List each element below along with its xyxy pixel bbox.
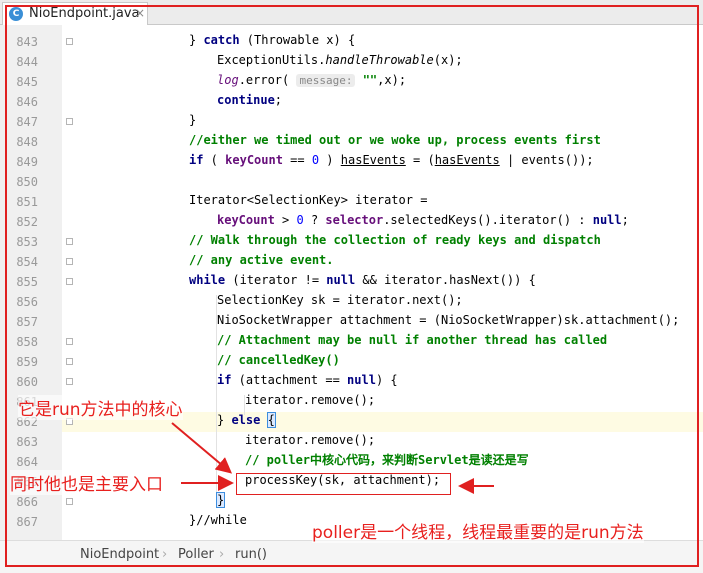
breadcrumb-item-inner-class[interactable]: Poller [178,547,214,562]
highlight-box [236,473,451,495]
fold-toggle-icon[interactable] [66,238,73,245]
fold-toggle-icon[interactable] [66,258,73,265]
code-line-867: }//while [189,513,247,527]
line-number: 857 [16,315,38,329]
editor-tab-bar: C NioEndpoint.java × [0,0,703,25]
fold-toggle-icon[interactable] [66,378,73,385]
line-number: 853 [16,235,38,249]
breadcrumb-item-method[interactable]: run() [235,547,267,562]
code-line-863: iterator.remove(); [245,433,376,447]
parameter-hint: message: [296,74,356,87]
breadcrumb-separator-icon: › [219,547,225,562]
code-line-857: NioSocketWrapper attachment = (NioSocket… [217,313,680,327]
fold-toggle-icon[interactable] [66,338,73,345]
code-line-846: continue; [217,93,283,107]
code-line-856: SelectionKey sk = iterator.next(); [217,293,463,307]
line-number: 866 [16,495,38,509]
code-line-847: } [189,113,197,127]
line-number: 848 [16,135,38,149]
code-line-844: ExceptionUtils.handleThrowable(x); [217,53,463,67]
code-line-843: } catch (Throwable x) { [189,33,356,47]
annotation-entry: 同时他也是主要入口 [10,470,163,495]
breadcrumb-item-class[interactable]: NioEndpoint [80,547,159,562]
code-line-848: //either we timed out or we woke up, pro… [189,133,601,147]
line-number: 845 [16,75,38,89]
java-class-icon: C [9,7,23,21]
line-number: 852 [16,215,38,229]
line-number: 859 [16,355,38,369]
line-number: 863 [16,435,38,449]
code-line-860: if (attachment == null) { [217,373,398,387]
code-line-849: if ( keyCount == 0 ) hasEvents = (hasEve… [189,153,594,167]
code-line-862: } else { [217,412,276,428]
tab-nioendpoint-java[interactable]: C NioEndpoint.java × [2,2,148,25]
line-number: 847 [16,115,38,129]
breadcrumb: NioEndpoint › Poller › run() [0,540,703,573]
line-number: 850 [16,175,38,189]
line-number: 846 [16,95,38,109]
line-number: 858 [16,335,38,349]
code-line-845: log.error( message: "",x); [217,73,407,87]
fold-toggle-icon[interactable] [66,358,73,365]
code-line-855: while (iterator != null && iterator.hasN… [189,273,536,287]
close-tab-icon[interactable]: × [135,6,145,20]
line-number: 843 [16,35,38,49]
code-line-859: // cancelledKey() [217,353,340,367]
line-number: 860 [16,375,38,389]
code-line-866: } [215,492,226,508]
line-number: 844 [16,55,38,69]
code-line-851: Iterator<SelectionKey> iterator = [189,193,428,207]
code-line-853: // Walk through the collection of ready … [189,233,601,247]
fold-toggle-icon[interactable] [66,498,73,505]
code-line-852: keyCount > 0 ? selector.selectedKeys().i… [217,213,629,227]
line-number: 855 [16,275,38,289]
line-number: 864 [16,455,38,469]
fold-toggle-icon[interactable] [66,278,73,285]
code-editor[interactable]: 843 844 845 846 847 848 849 850 851 852 … [0,25,703,540]
code-line-864: // poller中核心代码，来判断Servlet是读还是写 [245,453,529,467]
line-number: 849 [16,155,38,169]
annotation-core: 它是run方法中的核心 [18,395,183,420]
code-line-854: // any active event. [189,253,334,267]
tab-filename: NioEndpoint.java [29,6,140,21]
breadcrumb-separator-icon: › [162,547,168,562]
line-number: 856 [16,295,38,309]
line-number: 851 [16,195,38,209]
line-number: 867 [16,515,38,529]
annotation-poller: poller是一个线程，线程最重要的是run方法 [312,518,644,543]
fold-toggle-icon[interactable] [66,118,73,125]
fold-toggle-icon[interactable] [66,38,73,45]
code-line-858: // Attachment may be null if another thr… [217,333,608,347]
line-number: 854 [16,255,38,269]
code-line-861: iterator.remove(); [245,393,376,407]
